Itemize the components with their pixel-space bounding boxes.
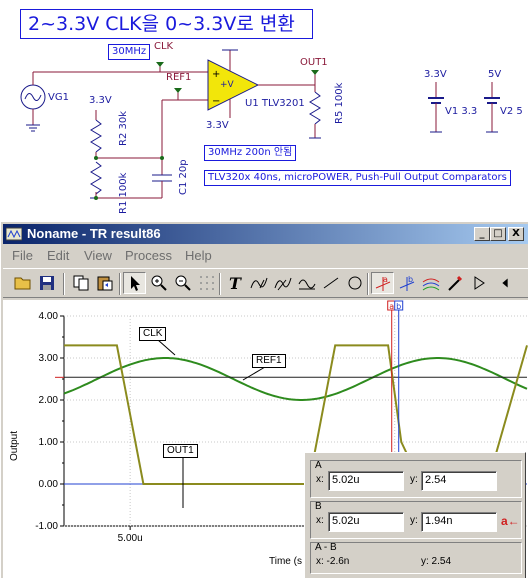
y-tick-label: -1.00 (35, 521, 58, 532)
wave-cursor2-icon[interactable] (271, 272, 294, 294)
cursor-a-x-field[interactable]: 5.02u (328, 471, 404, 491)
menu-edit[interactable]: Edit (47, 248, 69, 263)
swap-cursor-button[interactable]: a← (501, 512, 520, 532)
vg1-label: VG1 (48, 92, 69, 103)
minimize-button[interactable]: _ (474, 227, 490, 241)
ref1-leader (242, 366, 266, 381)
clk-leader (157, 339, 176, 356)
window-title: Noname - TR result86 (27, 226, 161, 241)
close-button[interactable]: X (508, 227, 524, 241)
line-icon[interactable] (319, 272, 342, 294)
cursor-a-y-label: y: (410, 474, 418, 485)
cursor-a-tag: a (389, 302, 394, 311)
out1-node-label: OUT1 (300, 57, 328, 68)
v1-label: V1 3.3 (445, 106, 478, 117)
cursor-readout-panel: A x: 5.02u y: 2.54 B x: 5.02u y: 1.94n a… (304, 452, 526, 578)
multi-curve-icon[interactable] (419, 272, 442, 294)
grid-icon[interactable] (195, 272, 218, 294)
r1-label: R1 100k (118, 172, 129, 214)
v1-supply-label: 3.3V (424, 69, 447, 80)
menu-file[interactable]: File (12, 248, 33, 263)
paste-icon[interactable] (93, 272, 116, 294)
r5-label: R5 100k (334, 82, 345, 124)
title-bar[interactable]: Noname - TR result86 _ □ X (3, 224, 528, 244)
curve-icon[interactable] (295, 272, 318, 294)
save-icon[interactable] (35, 272, 58, 294)
cursor-a-y-field[interactable]: 2.54 (421, 471, 497, 491)
svg-text:−: − (212, 96, 220, 107)
series-clk (63, 357, 528, 401)
divider-supply-label: 3.3V (89, 95, 112, 106)
app-icon (6, 227, 22, 241)
open-folder-icon[interactable] (11, 272, 34, 294)
opamp-pin-label: +V (220, 80, 234, 90)
note-timing: 30MHz 200n 안됨 (204, 145, 297, 161)
arrow-icon[interactable] (467, 272, 490, 294)
cursor-b-tag: b (396, 302, 401, 311)
cursor-b-y-label: y: (410, 515, 418, 526)
r2-label: R2 30k (118, 110, 129, 146)
cursor-a-x-label: x: (316, 474, 324, 485)
y-tick-label: 3.00 (39, 353, 59, 364)
plot-area[interactable]: ab 4.00 3.00 2.00 1.00 0.00 -1.00 5.00u 5.02u O… (3, 300, 528, 578)
zoom-out-100-icon[interactable] (171, 272, 194, 294)
toolbar: T a b (3, 268, 528, 298)
menu-bar: File Edit View Process Help (3, 246, 528, 266)
x-tick-label: 5.00u (118, 533, 143, 544)
y-tick-label: 0.00 (39, 479, 59, 490)
svg-text:+: + (212, 69, 220, 80)
note-comparator: TLV320x 40ns, microPOWER, Push-Pull Outp… (204, 170, 511, 186)
svg-text:T: T (229, 274, 242, 292)
menu-help[interactable]: Help (185, 248, 212, 263)
c1-label: C1 20p (178, 159, 189, 195)
cursor-a-group: A x: 5.02u y: 2.54 (310, 460, 522, 498)
ref1-node-label: REF1 (166, 72, 192, 83)
cursor-b-group: B x: 5.02u y: 1.94n a← (310, 501, 522, 539)
schematic-canvas: 2~3.3V CLK을 0~3.3V로 변환 + − 30MHz CLK REF… (0, 0, 528, 215)
cursor-diff-y: y: 2.54 (421, 556, 452, 567)
tr-result-window: Noname - TR result86 _ □ X File Edit Vie… (0, 221, 528, 578)
cursor-b-x-label: x: (316, 515, 324, 526)
opamp-supply-bottom: 3.3V (206, 120, 229, 131)
cursor-diff-x: x: -2.6n (316, 556, 350, 567)
cursor-a-icon[interactable]: a (371, 272, 394, 294)
x-axis-label: Time (s (269, 556, 302, 567)
freq-label: 30MHz (108, 44, 151, 60)
zoom-in-icon[interactable] (147, 272, 170, 294)
ref1-callout: REF1 (252, 354, 286, 368)
cursor-b-x-field[interactable]: 5.02u (328, 512, 404, 532)
text-tool-icon[interactable]: T (223, 272, 246, 294)
copy-icon[interactable] (69, 272, 92, 294)
cursor-a-title: A (315, 460, 322, 471)
pointer-icon[interactable] (123, 272, 146, 294)
scroll-left-icon[interactable] (497, 272, 513, 294)
wave-cursor-icon[interactable] (247, 272, 270, 294)
maximize-button[interactable]: □ (490, 227, 506, 241)
y-tick-label: 4.00 (39, 311, 59, 322)
y-tick-label: 1.00 (39, 437, 59, 448)
y-tick-label: 2.00 (39, 395, 59, 406)
out1-callout: OUT1 (163, 444, 198, 458)
cursor-diff-group: A - B x: -2.6n y: 2.54 (310, 542, 522, 574)
v2-label: V2 5 (500, 106, 523, 117)
clk-callout: CLK (139, 327, 167, 341)
circle-icon[interactable] (343, 272, 366, 294)
menu-process[interactable]: Process (125, 248, 172, 263)
menu-view[interactable]: View (84, 248, 112, 263)
y-axis-label: Output (9, 431, 20, 461)
cursor-diff-title: A - B (315, 542, 337, 553)
v2-supply-label: 5V (488, 69, 502, 80)
cursor-b-title: B (315, 501, 322, 512)
probe-icon[interactable] (443, 272, 466, 294)
cursor-b-icon[interactable]: b (395, 272, 418, 294)
opamp-label: U1 TLV3201 (245, 98, 305, 109)
clk-node-label: CLK (154, 41, 174, 52)
cursor-b-y-field[interactable]: 1.94n (421, 512, 497, 532)
